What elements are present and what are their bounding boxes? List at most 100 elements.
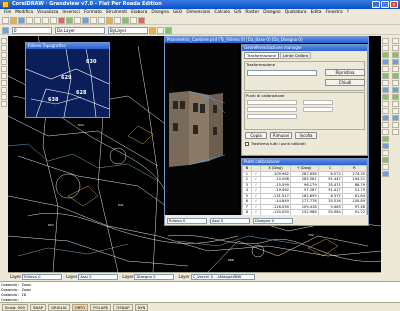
grid-icon[interactable] — [157, 27, 164, 34]
stretch-tool-icon[interactable] — [382, 129, 389, 135]
linetype-combo[interactable]: Da Layer — [55, 27, 105, 34]
rotate-tool-icon[interactable] — [382, 52, 389, 58]
overview-window[interactable]: Rilievo Topografico 630 629 638 628 — [25, 42, 110, 118]
text-tool-icon[interactable] — [1, 73, 7, 79]
array-tool-icon[interactable] — [382, 122, 389, 128]
scale-tool-icon[interactable] — [382, 59, 389, 65]
paste-icon[interactable] — [50, 17, 57, 24]
mirror-tool-icon[interactable] — [382, 66, 389, 72]
open-file-icon[interactable] — [10, 17, 17, 24]
raster-layer-combo-1[interactable]: Assi 0 — [210, 218, 250, 224]
copy-tool-icon[interactable] — [382, 45, 389, 51]
doc-tab-3-combo[interactable]: C_Vecchi 0 ...sMappa0BW — [190, 274, 255, 280]
block-tool-icon[interactable] — [1, 94, 7, 100]
raster-layer-combo-0[interactable]: Rilievo 0 — [167, 218, 207, 224]
ripristina-button[interactable]: Ripristina — [325, 69, 365, 76]
dimension-tool-icon[interactable] — [1, 101, 7, 107]
menu-item-14[interactable]: Quotatura — [285, 9, 307, 16]
extend-tool-icon[interactable] — [382, 87, 389, 93]
point-r-field[interactable] — [303, 100, 333, 105]
doc-tab-2-combo[interactable]: Disegno 0 — [134, 274, 175, 280]
join-tool-icon[interactable] — [382, 143, 389, 149]
layer-icon[interactable] — [114, 17, 121, 24]
copy-icon[interactable] — [42, 17, 49, 24]
raster-layer-combo-2[interactable]: Disegno 0 — [253, 218, 293, 224]
rectangle-tool-icon[interactable] — [1, 66, 7, 72]
transform-all-checkbox[interactable] — [245, 142, 249, 146]
undo-icon[interactable] — [58, 17, 65, 24]
doc-tab-0[interactable]: Layer Rilievo 0 — [10, 273, 63, 280]
doc-tab-0-combo[interactable]: Rilievo 0 — [22, 274, 63, 280]
menu-item-3[interactable]: Inserisci — [62, 9, 80, 16]
menu-item-13[interactable]: Disegno — [263, 9, 280, 16]
rimuovi-button[interactable]: Rimuovi — [270, 132, 292, 139]
tab-trasformazione[interactable]: Trasformazione — [244, 52, 279, 59]
zoom-icon[interactable] — [82, 17, 89, 24]
menu-item-16[interactable]: Finestra — [326, 9, 343, 16]
pan-icon[interactable] — [74, 17, 81, 24]
circle-tool-icon[interactable] — [1, 52, 7, 58]
osnap-tangent-icon[interactable] — [391, 101, 399, 107]
status-toggle-5[interactable]: OSNAP — [113, 304, 133, 311]
point-y-field[interactable] — [247, 107, 297, 112]
lengthen-tool-icon[interactable] — [382, 150, 389, 156]
help-icon[interactable] — [138, 17, 145, 24]
status-toggle-6[interactable]: DYN — [134, 304, 149, 311]
osnap-node-icon[interactable] — [391, 59, 399, 65]
copia-button[interactable]: Copia — [245, 132, 267, 139]
menu-item-9[interactable]: Dimensioni — [186, 9, 210, 16]
status-toggle-3[interactable]: ORTO — [71, 304, 89, 311]
osnap-perpendicular-icon[interactable] — [391, 94, 399, 100]
menu-item-11[interactable]: GIS — [234, 9, 241, 16]
line-tool-icon[interactable] — [1, 38, 7, 44]
osnap-parallel-icon[interactable] — [391, 115, 399, 121]
osnap-endpoint-icon[interactable] — [391, 38, 399, 44]
hatch-tool-icon[interactable] — [1, 80, 7, 86]
incolla-button[interactable]: Incolla — [295, 132, 317, 139]
osnap-nearest-icon[interactable] — [391, 108, 399, 114]
minimize-button[interactable]: _ — [372, 1, 380, 8]
raster-icon[interactable] — [122, 17, 129, 24]
osnap-quadrant-icon[interactable] — [391, 66, 399, 72]
arc-tool-icon[interactable] — [1, 59, 7, 65]
osnap-midpoint-icon[interactable] — [391, 45, 399, 51]
zoom-window-icon[interactable] — [90, 17, 97, 24]
menu-item-1[interactable]: Modifica — [15, 9, 33, 16]
menu-item-12[interactable]: Raster — [245, 9, 259, 16]
point-x-field[interactable] — [247, 100, 297, 105]
raster-image-window[interactable]: Planimetria_Cantiere.pcd [Ty_Rilievo 0] … — [164, 36, 369, 226]
menu-item-15[interactable]: Edita — [311, 9, 322, 16]
menu-item-17[interactable]: ? — [347, 9, 349, 16]
transform-type-select[interactable] — [247, 70, 317, 76]
layer-combo[interactable]: 0 — [12, 27, 52, 34]
erase-tool-icon[interactable] — [382, 115, 389, 121]
offset-tool-icon[interactable] — [382, 73, 389, 79]
status-toggle-2[interactable]: GRIGLIA — [48, 304, 70, 311]
osnap-none-icon[interactable] — [391, 122, 399, 128]
cut-icon[interactable] — [34, 17, 41, 24]
osnap-insert-icon[interactable] — [391, 87, 399, 93]
point-tool-icon[interactable] — [1, 87, 7, 93]
status-toggle-4[interactable]: POLARE — [90, 304, 112, 311]
command-line-area[interactable]: Comando: Zoom Comando: Zoom Comando: ID … — [0, 281, 400, 302]
menu-item-0[interactable]: File — [4, 9, 11, 16]
move-tool-icon[interactable] — [382, 38, 389, 44]
doc-tab-1[interactable]: Layer Assi 0 — [66, 273, 119, 280]
explode-tool-icon[interactable] — [382, 108, 389, 114]
trim-tool-icon[interactable] — [382, 80, 389, 86]
zoom-extents-icon[interactable] — [98, 17, 105, 24]
chiudi-button[interactable]: Chiudi — [325, 79, 365, 86]
align-tool-icon[interactable] — [382, 157, 389, 163]
doc-tab-1-combo[interactable]: Assi 0 — [78, 274, 119, 280]
doc-tab-2[interactable]: Layer Disegno 0 — [122, 273, 175, 280]
divide-tool-icon[interactable] — [382, 164, 389, 170]
osnap-intersection-icon[interactable] — [391, 73, 399, 79]
menu-item-10[interactable]: Calcolo — [214, 9, 230, 16]
menu-item-2[interactable]: Visualizza — [37, 9, 58, 16]
color-combo[interactable]: ByLayer — [108, 27, 148, 34]
point-c-field[interactable] — [247, 114, 297, 119]
status-toggle-0[interactable]: Scala: 500 — [2, 304, 28, 311]
snap-icon[interactable] — [149, 27, 156, 34]
save-icon[interactable] — [18, 17, 25, 24]
cad-drawing-canvas[interactable]: 629 630 641 652 688 702 Rilievo Topografico… — [8, 36, 381, 272]
